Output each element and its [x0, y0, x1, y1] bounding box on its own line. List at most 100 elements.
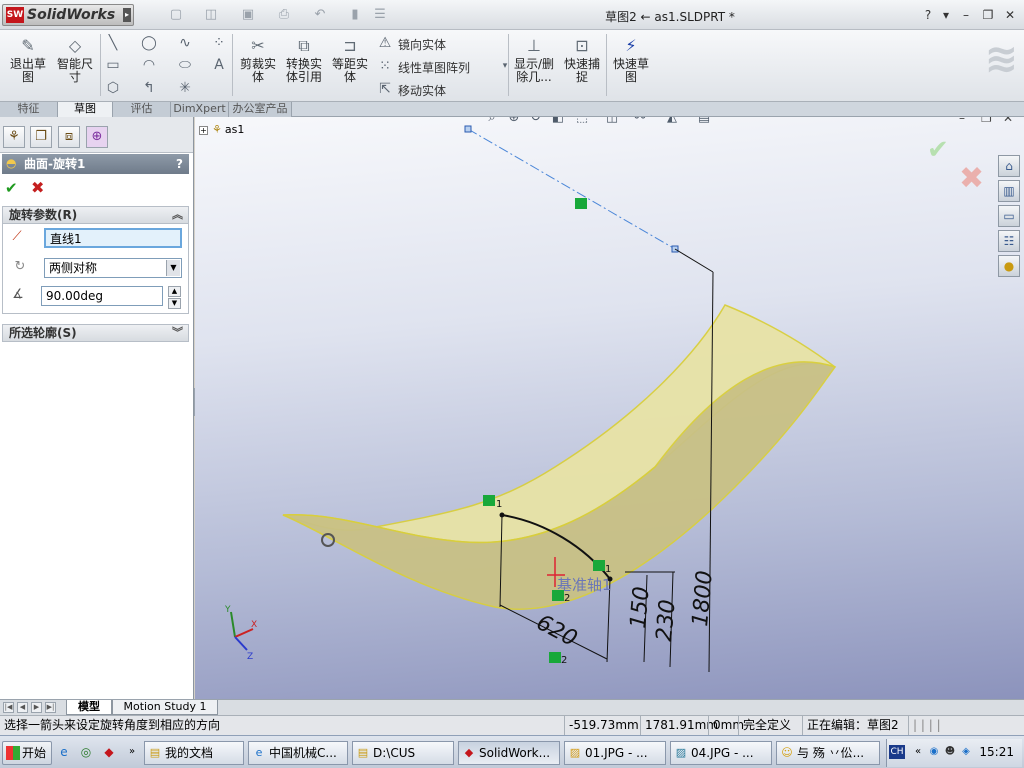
- pm-help-button[interactable]: ?: [176, 154, 183, 174]
- ok-button[interactable]: ✔: [5, 179, 18, 197]
- convert-entities-button[interactable]: ⧉ 转换实体引用: [284, 36, 324, 84]
- configuration-manager-tab-icon[interactable]: ⧈: [58, 126, 80, 148]
- help-dropdown-icon[interactable]: ▾: [938, 7, 954, 23]
- previous-view-icon[interactable]: ↺: [527, 117, 545, 127]
- expand-icon[interactable]: +: [199, 126, 208, 135]
- qq-tray-icon[interactable]: ☻: [943, 745, 957, 759]
- point-grid-icon[interactable]: ⁘: [210, 34, 228, 52]
- taskbar-window[interactable]: ◆ SolidWork...: [458, 741, 560, 765]
- save-icon[interactable]: ▣: [240, 7, 256, 23]
- volume-icon[interactable]: ◈: [959, 745, 973, 759]
- ie-icon[interactable]: e: [56, 744, 72, 760]
- line-icon[interactable]: ╲: [104, 34, 122, 52]
- more-quicklaunch-icon[interactable]: »: [124, 744, 140, 760]
- collapse-chevron-icon[interactable]: ︽: [172, 207, 183, 223]
- restore-button[interactable]: ❐: [980, 7, 996, 23]
- selected-contours-header[interactable]: 所选轮廓(S) ︾: [2, 324, 189, 342]
- offset-entities-button[interactable]: ⊐ 等距实体: [330, 36, 370, 84]
- tab-office-products[interactable]: 办公室产品: [229, 102, 292, 117]
- spin-up-icon[interactable]: ▲: [168, 286, 181, 297]
- taskbar-window[interactable]: ☺ 与 殇 丷伀...: [776, 741, 880, 765]
- section-view-icon[interactable]: ◧: [549, 117, 567, 127]
- display-relations-button[interactable]: ⊥ 显示/删除几...: [512, 36, 556, 84]
- fillet-icon[interactable]: ↰: [140, 79, 158, 97]
- tab-features[interactable]: 特征: [0, 102, 58, 117]
- cancel-button[interactable]: ✖: [31, 178, 44, 197]
- revolve-type-select[interactable]: 两侧对称 ▼: [44, 258, 182, 278]
- first-tab-icon[interactable]: |◀: [3, 702, 14, 713]
- open-file-icon[interactable]: ◫: [203, 7, 219, 23]
- spin-down-icon[interactable]: ▼: [168, 298, 181, 309]
- new-file-icon[interactable]: ▢: [168, 7, 184, 23]
- minimize-button[interactable]: –: [958, 7, 974, 23]
- exit-sketch-button[interactable]: ✎ 退出草图: [8, 36, 48, 84]
- rectangle-icon[interactable]: ▭: [104, 56, 122, 74]
- ellipse-icon[interactable]: ⬭: [176, 56, 194, 74]
- options-icon[interactable]: ☰: [372, 7, 388, 23]
- taskbar-window[interactable]: e 中国机械C...: [248, 741, 348, 765]
- taskbar-window[interactable]: ▤ D:\CUS: [352, 741, 454, 765]
- feature-tree-root[interactable]: + ⚘ as1: [199, 123, 244, 136]
- polygon-icon[interactable]: ⬡: [104, 79, 122, 97]
- dimension-text[interactable]: 620: [532, 610, 581, 652]
- home-icon[interactable]: ⌂: [998, 155, 1020, 177]
- dimension-text[interactable]: 150: [626, 586, 655, 630]
- dropdown-arrow-icon[interactable]: ▼: [166, 260, 180, 276]
- angle-input[interactable]: 90.00deg: [41, 286, 163, 306]
- print-icon[interactable]: ⎙: [276, 7, 292, 23]
- tray-expand-icon[interactable]: «: [911, 745, 925, 759]
- feature-manager-tab-icon[interactable]: ⚘: [3, 126, 25, 148]
- next-tab-icon[interactable]: ▶: [31, 702, 42, 713]
- circle-icon[interactable]: ◯: [140, 34, 158, 52]
- display-style-icon[interactable]: ◫: [603, 117, 621, 127]
- rebuild-icon[interactable]: ▮: [347, 7, 363, 23]
- tab-dimxpert[interactable]: DimXpert: [171, 102, 229, 117]
- mirror-entities-button[interactable]: 镜向实体: [398, 36, 446, 53]
- view-palette-icon[interactable]: ☷: [998, 230, 1020, 252]
- expand-chevron-icon[interactable]: ︾: [172, 325, 183, 341]
- property-manager-tab-icon[interactable]: ❐: [30, 126, 52, 148]
- smart-dimension-button[interactable]: ◇ 智能尺寸: [55, 36, 95, 84]
- file-explorer-icon[interactable]: ▭: [998, 205, 1020, 227]
- axis-of-revolution-field[interactable]: 直线1: [44, 228, 182, 248]
- trim-entities-button[interactable]: ✂ 剪裁实体: [238, 36, 278, 84]
- text-icon[interactable]: A: [210, 56, 228, 74]
- edit-appearance-icon[interactable]: ◭: [663, 117, 681, 127]
- zoom-to-fit-icon[interactable]: ⌕: [483, 117, 501, 127]
- taskbar-window[interactable]: ▨ 04.JPG - ...: [670, 741, 772, 765]
- viewport-restore-button[interactable]: ❐: [981, 117, 992, 125]
- confirmation-corner-cancel-button[interactable]: ✖: [959, 161, 984, 196]
- zoom-to-area-icon[interactable]: ⊕: [505, 117, 523, 127]
- appearances-icon[interactable]: ●: [998, 255, 1020, 277]
- menu-flyout-arrow-icon[interactable]: ▸: [123, 8, 131, 22]
- dimxpert-manager-tab-icon[interactable]: ⊕: [86, 126, 108, 148]
- tab-motion-study[interactable]: Motion Study 1: [112, 700, 218, 715]
- solidworks-quicklaunch-icon[interactable]: ◆: [101, 744, 117, 760]
- viewport-close-button[interactable]: ✕: [1003, 117, 1013, 125]
- last-tab-icon[interactable]: ▶|: [45, 702, 56, 713]
- prev-tab-icon[interactable]: ◀: [17, 702, 28, 713]
- rapid-sketch-button[interactable]: ⚡ 快速草图: [611, 36, 651, 84]
- quicklaunch-icon[interactable]: ◎: [78, 744, 94, 760]
- spline-icon[interactable]: ∿: [176, 34, 194, 52]
- reverse-direction-icon[interactable]: ↻: [11, 258, 29, 276]
- tab-sketch[interactable]: 草图: [58, 102, 113, 117]
- point-icon[interactable]: ✳: [176, 79, 194, 97]
- taskbar-window[interactable]: ▨ 01.JPG - ...: [564, 741, 666, 765]
- start-button[interactable]: 开始: [2, 741, 52, 765]
- quick-snaps-button[interactable]: ⊡ 快速捕捉: [562, 36, 602, 84]
- confirmation-corner-ok-button[interactable]: ✔: [927, 135, 949, 165]
- hide-show-items-icon[interactable]: ⚯: [631, 117, 649, 127]
- rotation-params-header[interactable]: 旋转参数(R) ︽: [2, 206, 189, 224]
- linear-pattern-button[interactable]: 线性草图阵列: [398, 59, 470, 76]
- dimension-text[interactable]: 230: [652, 599, 681, 643]
- help-button[interactable]: ?: [920, 7, 936, 23]
- design-library-icon[interactable]: ▥: [998, 180, 1020, 202]
- view-settings-icon[interactable]: ▤: [695, 117, 713, 127]
- close-button[interactable]: ✕: [1002, 7, 1018, 23]
- ime-indicator[interactable]: CH: [889, 745, 905, 759]
- network-icon[interactable]: ◉: [927, 745, 941, 759]
- viewport-minimize-button[interactable]: –: [959, 117, 965, 125]
- graphics-area[interactable]: 620 150 230 1800 基准轴1 1 1 2 2 Y X Z + ⚘ as…: [195, 117, 1024, 699]
- move-entities-button[interactable]: 移动实体: [398, 82, 446, 99]
